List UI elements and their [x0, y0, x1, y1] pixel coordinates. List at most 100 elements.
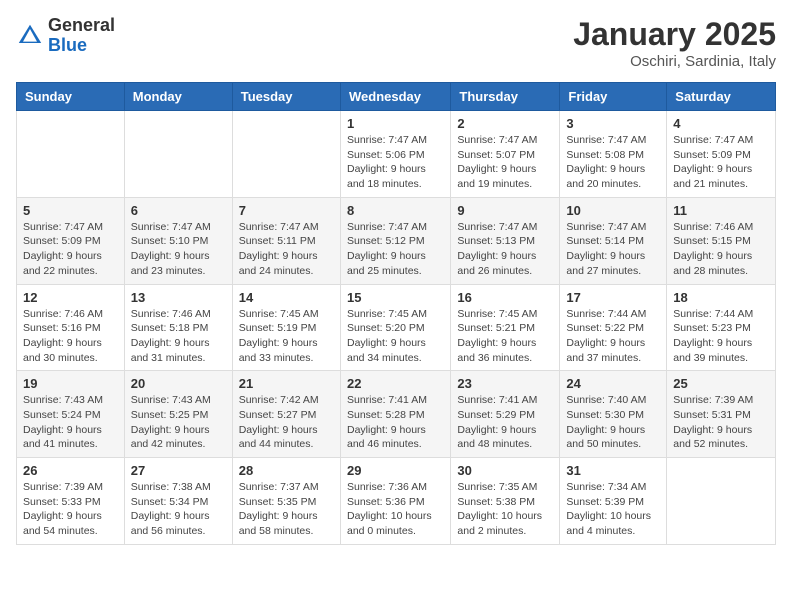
day-cell: [232, 111, 340, 198]
calendar-body: 1 Sunrise: 7:47 AM Sunset: 5:06 PM Daylig…: [17, 111, 776, 545]
day-number: 6: [131, 203, 226, 218]
day-cell: 2 Sunrise: 7:47 AM Sunset: 5:07 PM Daylig…: [451, 111, 560, 198]
day-info: Sunrise: 7:43 AM Sunset: 5:24 PM Dayligh…: [23, 393, 118, 452]
day-number: 12: [23, 290, 118, 305]
day-number: 21: [239, 376, 334, 391]
week-row-3: 12Sunrise: 7:46 AM Sunset: 5:16 PM Dayli…: [17, 284, 776, 371]
day-number: 2: [457, 116, 553, 131]
title-block: January 2025 Oschiri, Sardinia, Italy: [573, 16, 776, 70]
day-number: 30: [457, 463, 553, 478]
day-number: 25: [673, 376, 769, 391]
day-cell: 11 Sunrise: 7:46 AM Sunset: 5:15 PM Dayli…: [667, 197, 776, 284]
logo: General Blue: [16, 16, 115, 56]
day-info: Sunrise: 7:41 AM Sunset: 5:29 PM Dayligh…: [457, 393, 553, 452]
logo-icon: [16, 22, 44, 50]
day-cell: 31 Sunrise: 7:34 AM Sunset: 5:39 PM Dayli…: [560, 458, 667, 545]
day-info: Sunrise: 7:39 AM Sunset: 5:33 PM Dayligh…: [23, 480, 118, 539]
day-number: 22: [347, 376, 444, 391]
day-info: Sunrise: 7:47 AM Sunset: 5:13 PM Dayligh…: [457, 220, 553, 279]
day-number: 31: [566, 463, 660, 478]
calendar: SundayMondayTuesdayWednesdayThursdayFrid…: [16, 82, 776, 545]
day-number: 1: [347, 116, 444, 131]
day-info: Sunrise: 7:46 AM Sunset: 5:15 PM Dayligh…: [673, 220, 769, 279]
day-cell: 14Sunrise: 7:45 AM Sunset: 5:19 PM Dayli…: [232, 284, 340, 371]
day-number: 11: [673, 203, 769, 218]
day-cell: 19Sunrise: 7:43 AM Sunset: 5:24 PM Dayli…: [17, 371, 125, 458]
day-info: Sunrise: 7:41 AM Sunset: 5:28 PM Dayligh…: [347, 393, 444, 452]
day-number: 17: [566, 290, 660, 305]
day-number: 23: [457, 376, 553, 391]
day-number: 29: [347, 463, 444, 478]
day-info: Sunrise: 7:36 AM Sunset: 5:36 PM Dayligh…: [347, 480, 444, 539]
day-cell: 23 Sunrise: 7:41 AM Sunset: 5:29 PM Dayli…: [451, 371, 560, 458]
day-info: Sunrise: 7:47 AM Sunset: 5:09 PM Dayligh…: [673, 133, 769, 192]
day-number: 15: [347, 290, 444, 305]
day-cell: 9 Sunrise: 7:47 AM Sunset: 5:13 PM Daylig…: [451, 197, 560, 284]
day-cell: [667, 458, 776, 545]
day-info: Sunrise: 7:47 AM Sunset: 5:11 PM Dayligh…: [239, 220, 334, 279]
day-number: 9: [457, 203, 553, 218]
day-cell: 26 Sunrise: 7:39 AM Sunset: 5:33 PM Dayli…: [17, 458, 125, 545]
day-cell: 3Sunrise: 7:47 AM Sunset: 5:08 PM Daylig…: [560, 111, 667, 198]
day-cell: 27Sunrise: 7:38 AM Sunset: 5:34 PM Dayli…: [124, 458, 232, 545]
day-number: 24: [566, 376, 660, 391]
day-number: 20: [131, 376, 226, 391]
day-cell: 6 Sunrise: 7:47 AM Sunset: 5:10 PM Daylig…: [124, 197, 232, 284]
day-number: 7: [239, 203, 334, 218]
day-cell: 16 Sunrise: 7:45 AM Sunset: 5:21 PM Dayli…: [451, 284, 560, 371]
day-number: 4: [673, 116, 769, 131]
day-cell: 21 Sunrise: 7:42 AM Sunset: 5:27 PM Dayli…: [232, 371, 340, 458]
day-number: 5: [23, 203, 118, 218]
day-cell: [17, 111, 125, 198]
day-number: 28: [239, 463, 334, 478]
day-info: Sunrise: 7:35 AM Sunset: 5:38 PM Dayligh…: [457, 480, 553, 539]
weekday-row: SundayMondayTuesdayWednesdayThursdayFrid…: [17, 83, 776, 111]
day-info: Sunrise: 7:45 AM Sunset: 5:21 PM Dayligh…: [457, 307, 553, 366]
location: Oschiri, Sardinia, Italy: [573, 53, 776, 70]
day-cell: 18 Sunrise: 7:44 AM Sunset: 5:23 PM Dayli…: [667, 284, 776, 371]
day-info: Sunrise: 7:45 AM Sunset: 5:20 PM Dayligh…: [347, 307, 444, 366]
weekday-tuesday: Tuesday: [232, 83, 340, 111]
day-number: 18: [673, 290, 769, 305]
weekday-wednesday: Wednesday: [340, 83, 450, 111]
day-number: 14: [239, 290, 334, 305]
day-info: Sunrise: 7:47 AM Sunset: 5:10 PM Dayligh…: [131, 220, 226, 279]
day-info: Sunrise: 7:44 AM Sunset: 5:23 PM Dayligh…: [673, 307, 769, 366]
weekday-thursday: Thursday: [451, 83, 560, 111]
day-cell: 12Sunrise: 7:46 AM Sunset: 5:16 PM Dayli…: [17, 284, 125, 371]
day-info: Sunrise: 7:47 AM Sunset: 5:12 PM Dayligh…: [347, 220, 444, 279]
day-number: 16: [457, 290, 553, 305]
week-row-2: 5 Sunrise: 7:47 AM Sunset: 5:09 PM Daylig…: [17, 197, 776, 284]
day-info: Sunrise: 7:46 AM Sunset: 5:18 PM Dayligh…: [131, 307, 226, 366]
day-info: Sunrise: 7:42 AM Sunset: 5:27 PM Dayligh…: [239, 393, 334, 452]
day-info: Sunrise: 7:40 AM Sunset: 5:30 PM Dayligh…: [566, 393, 660, 452]
page-header: General Blue January 2025 Oschiri, Sardi…: [16, 16, 776, 70]
week-row-5: 26 Sunrise: 7:39 AM Sunset: 5:33 PM Dayli…: [17, 458, 776, 545]
day-cell: 8Sunrise: 7:47 AM Sunset: 5:12 PM Daylig…: [340, 197, 450, 284]
day-info: Sunrise: 7:47 AM Sunset: 5:09 PM Dayligh…: [23, 220, 118, 279]
day-cell: 28 Sunrise: 7:37 AM Sunset: 5:35 PM Dayli…: [232, 458, 340, 545]
day-cell: 24 Sunrise: 7:40 AM Sunset: 5:30 PM Dayli…: [560, 371, 667, 458]
day-cell: 22 Sunrise: 7:41 AM Sunset: 5:28 PM Dayli…: [340, 371, 450, 458]
day-cell: 15 Sunrise: 7:45 AM Sunset: 5:20 PM Dayli…: [340, 284, 450, 371]
day-info: Sunrise: 7:43 AM Sunset: 5:25 PM Dayligh…: [131, 393, 226, 452]
day-cell: 13Sunrise: 7:46 AM Sunset: 5:18 PM Dayli…: [124, 284, 232, 371]
week-row-1: 1 Sunrise: 7:47 AM Sunset: 5:06 PM Daylig…: [17, 111, 776, 198]
day-info: Sunrise: 7:47 AM Sunset: 5:07 PM Dayligh…: [457, 133, 553, 192]
day-info: Sunrise: 7:37 AM Sunset: 5:35 PM Dayligh…: [239, 480, 334, 539]
logo-blue: Blue: [48, 36, 115, 56]
day-number: 26: [23, 463, 118, 478]
day-info: Sunrise: 7:47 AM Sunset: 5:14 PM Dayligh…: [566, 220, 660, 279]
day-cell: 30 Sunrise: 7:35 AM Sunset: 5:38 PM Dayli…: [451, 458, 560, 545]
logo-general: General: [48, 16, 115, 36]
day-info: Sunrise: 7:34 AM Sunset: 5:39 PM Dayligh…: [566, 480, 660, 539]
logo-text: General Blue: [48, 16, 115, 56]
day-cell: 10Sunrise: 7:47 AM Sunset: 5:14 PM Dayli…: [560, 197, 667, 284]
day-cell: 5 Sunrise: 7:47 AM Sunset: 5:09 PM Daylig…: [17, 197, 125, 284]
day-info: Sunrise: 7:38 AM Sunset: 5:34 PM Dayligh…: [131, 480, 226, 539]
day-cell: [124, 111, 232, 198]
day-info: Sunrise: 7:39 AM Sunset: 5:31 PM Dayligh…: [673, 393, 769, 452]
weekday-saturday: Saturday: [667, 83, 776, 111]
day-info: Sunrise: 7:47 AM Sunset: 5:06 PM Dayligh…: [347, 133, 444, 192]
week-row-4: 19Sunrise: 7:43 AM Sunset: 5:24 PM Dayli…: [17, 371, 776, 458]
